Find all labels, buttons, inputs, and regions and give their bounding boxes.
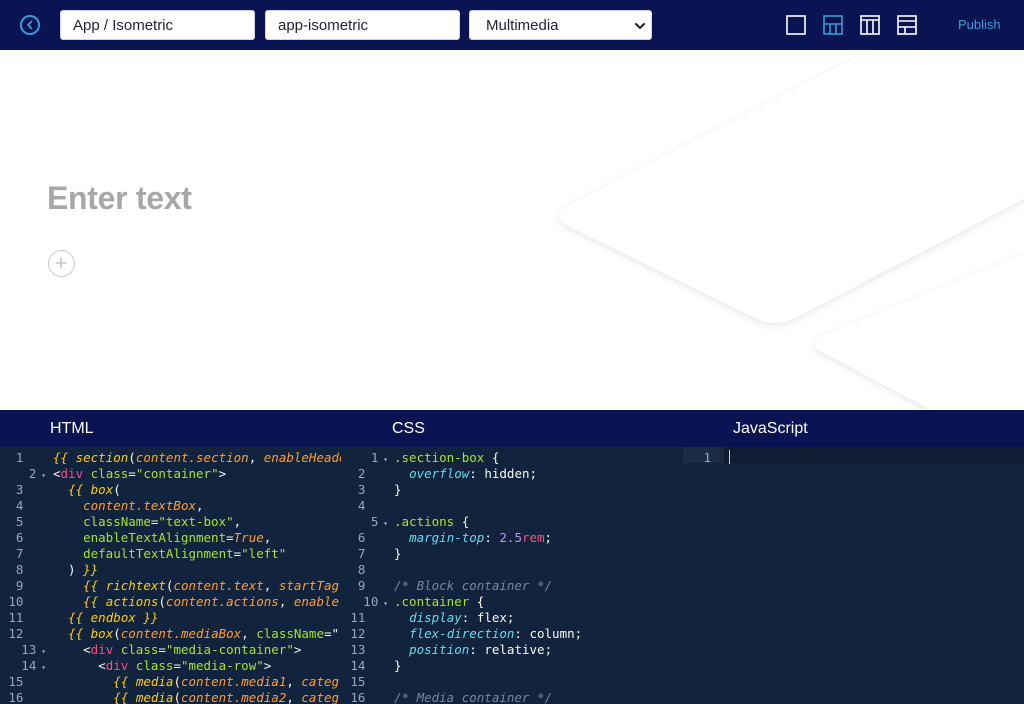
category-select-value: Multimedia [486, 17, 559, 34]
js-editor-title: JavaScript [733, 420, 808, 437]
code-line: <div class="container"> [53, 466, 227, 481]
back-arrow-icon[interactable] [20, 15, 40, 35]
editors-header: HTML CSS JavaScript [0, 410, 1024, 447]
code-line: className="text-box", [83, 514, 242, 529]
category-select[interactable]: Multimedia [469, 10, 652, 40]
code-line: {{ endbox }} [68, 610, 159, 625]
layout-three-columns-icon[interactable] [860, 15, 880, 35]
title-input[interactable] [60, 10, 255, 40]
slug-input[interactable] [265, 10, 460, 40]
code-line: margin-top: 2.5rem; [409, 530, 553, 545]
isometric-background-shape [559, 50, 1024, 410]
line-number: 2 [357, 466, 388, 481]
css-editor-title: CSS [392, 420, 425, 437]
publish-button[interactable]: Publish [958, 17, 1001, 32]
code-line: /* Block container */ [394, 578, 553, 593]
headline-text-input[interactable]: Enter text [47, 180, 192, 217]
line-number: 1 [703, 450, 711, 465]
line-number: 7 [15, 546, 46, 561]
code-line: overflow: hidden; [409, 466, 538, 481]
line-number: 13 [350, 642, 388, 657]
line-number: 11 [8, 610, 46, 625]
code-line: {{ richtext(content.text, startTag [83, 578, 340, 593]
code-line: {{ actions(content.actions, enable [83, 594, 340, 609]
line-number: 6 [15, 530, 46, 545]
line-number: 1 ▾ [370, 450, 388, 465]
code-line: position: relative; [409, 642, 553, 657]
preview-canvas: Enter text [0, 50, 1024, 410]
layout-sidebar-icon[interactable] [897, 15, 917, 35]
layout-single-icon[interactable] [786, 15, 806, 35]
line-number: 10 [8, 594, 46, 609]
code-line: display: flex; [409, 610, 515, 625]
line-number: 6 [357, 530, 388, 545]
code-line: {{ media(content.media1, categ [113, 674, 340, 689]
layout-split-bottom-icon[interactable] [823, 15, 843, 35]
text-cursor [729, 450, 730, 464]
line-number: 5 ▾ [370, 514, 388, 529]
html-editor-title: HTML [50, 420, 94, 437]
code-line: } [394, 482, 402, 497]
line-number: 15 [350, 674, 388, 689]
css-code-editor[interactable]: 1 ▾ .section-box { 2 overflow: hidden; 3 } 4… [341, 447, 683, 704]
code-line: {{ box(content.mediaBox, className=" [68, 626, 340, 641]
line-number: 8 [357, 562, 388, 577]
line-number: 11 [350, 610, 388, 625]
line-number: 4 [15, 498, 46, 513]
code-line: {{ section(content.section, enableHeader [53, 450, 341, 465]
line-number: 10 ▾ [363, 594, 388, 609]
code-line: <div class="media-row"> [53, 658, 272, 673]
code-line: .container { [394, 594, 485, 609]
line-number: 16 [8, 690, 46, 704]
line-number: 16 [350, 690, 388, 704]
line-number: 14 [350, 658, 388, 673]
code-line: /* Media container */ [394, 690, 553, 704]
code-line: <div class="media-container"> [53, 642, 302, 657]
top-bar: Multimedia Publish [0, 0, 1024, 50]
code-line: ) }} [53, 562, 99, 577]
js-code-editor[interactable]: 1 [683, 447, 1024, 704]
code-line: defaultTextAlignment="left" [83, 546, 287, 561]
line-number: 9 [357, 578, 388, 593]
line-number: 7 [357, 546, 388, 561]
line-number: 1 [15, 450, 46, 465]
line-number: 2 ▾ [28, 466, 46, 481]
line-number: 3 [357, 482, 388, 497]
line-number: 5 [15, 514, 46, 529]
code-line: {{ box( [68, 482, 121, 497]
html-code-editor[interactable]: 1 {{ section(content.section, enableHead… [0, 447, 341, 704]
code-line: {{ media(content.media2, categ [113, 690, 340, 704]
code-line: .section-box { [394, 450, 500, 465]
code-line: content.textBox, [83, 498, 204, 513]
code-line: .actions { [394, 514, 470, 529]
code-line: enableTextAlignment=True, [83, 530, 272, 545]
plus-icon[interactable] [48, 250, 75, 277]
code-line: } [394, 546, 402, 561]
code-editors: HTML CSS JavaScript 1 {{ section(content… [0, 410, 1024, 704]
line-number: 13 ▾ [21, 642, 46, 657]
line-number: 4 [357, 498, 388, 513]
chevron-down-icon [635, 23, 645, 29]
line-number: 15 [8, 674, 46, 689]
code-line: flex-direction: column; [409, 626, 583, 641]
line-number: 12 [8, 626, 46, 641]
code-line: } [394, 658, 402, 673]
line-number: 14 ▾ [21, 658, 46, 673]
line-number: 8 [15, 562, 46, 577]
line-number: 3 [15, 482, 46, 497]
line-number: 12 [350, 626, 388, 641]
line-number: 9 [15, 578, 46, 593]
